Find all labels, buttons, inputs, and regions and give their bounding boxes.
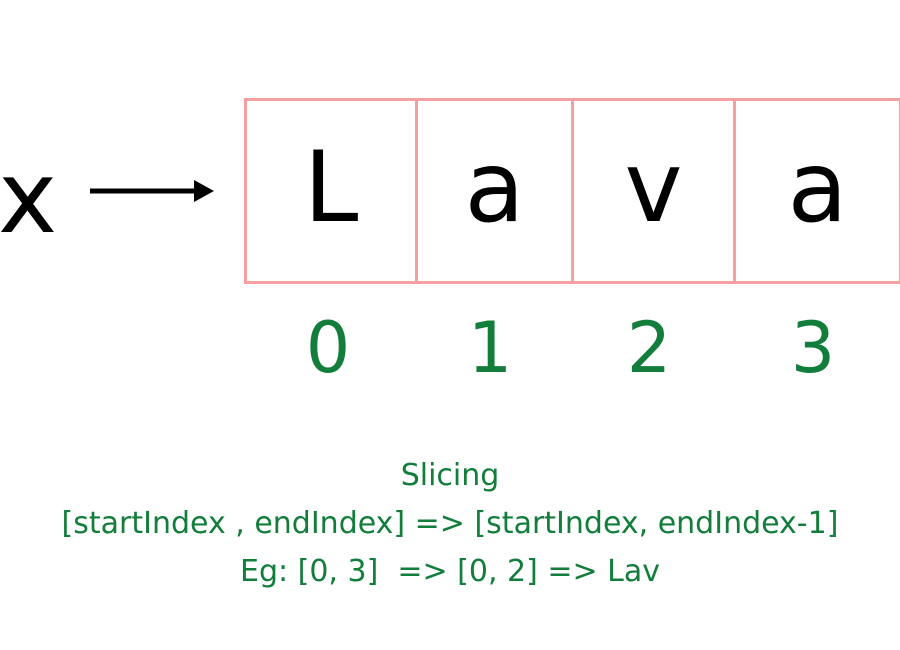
caption-example: Eg: [0, 3] => [0, 2] => Lav: [239, 554, 661, 589]
index-label: 0: [305, 307, 351, 389]
index-label: 1: [467, 307, 513, 389]
string-cells: L a v a: [244, 98, 900, 284]
caption-rule: [startIndex , endIndex] => [startIndex, …: [61, 506, 839, 541]
caption-title: Slicing: [400, 458, 500, 493]
cell-char: L: [303, 131, 359, 245]
index-label: 3: [790, 307, 836, 389]
right-arrow-icon: [90, 180, 214, 202]
string-cell: L: [247, 101, 415, 281]
index-label: 2: [626, 307, 672, 389]
slicing-caption: Slicing [startIndex , endIndex] => [star…: [0, 452, 900, 596]
index-labels: 0 1 2 3: [244, 308, 896, 388]
string-cell: a: [733, 101, 899, 281]
cell-char: v: [624, 131, 683, 245]
string-cell: a: [415, 101, 571, 281]
cell-char: a: [464, 131, 525, 245]
string-cell: v: [571, 101, 733, 281]
variable-label: x: [0, 139, 58, 256]
cell-char: a: [787, 131, 848, 245]
